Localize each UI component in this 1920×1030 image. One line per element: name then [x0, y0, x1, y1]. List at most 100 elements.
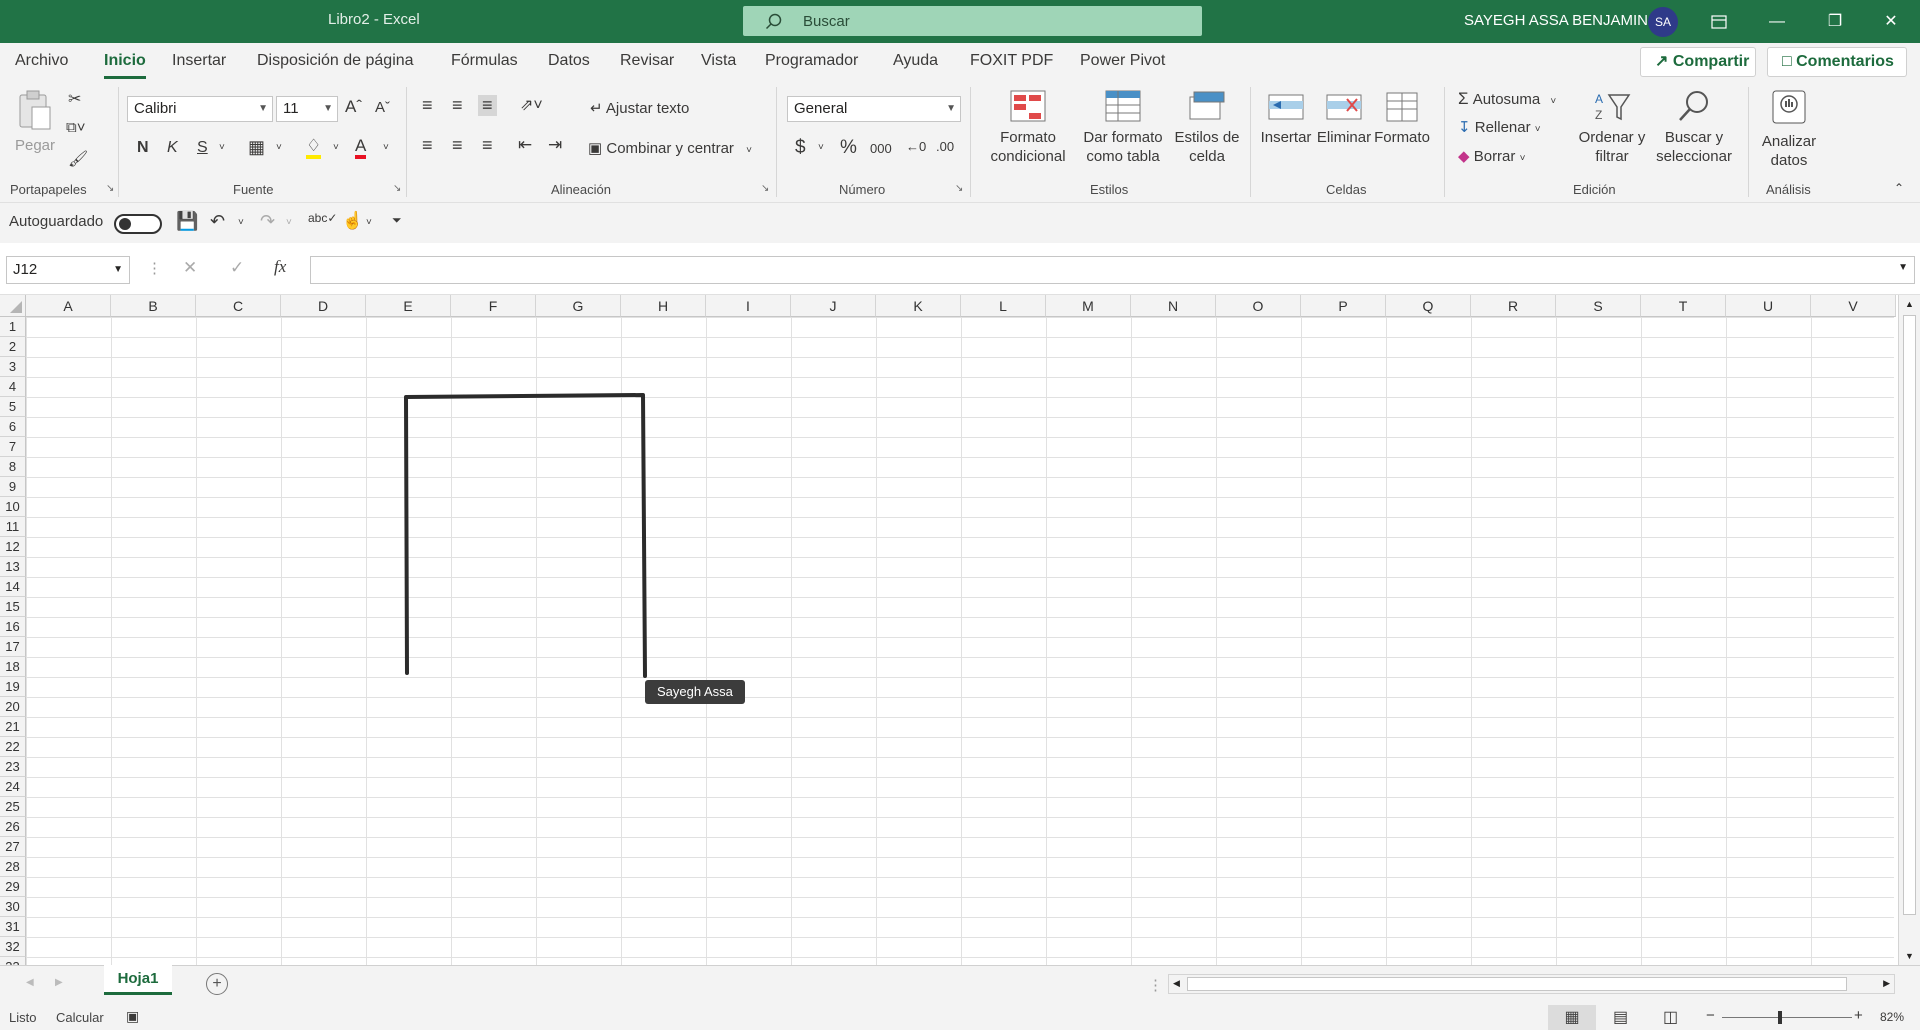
restore-icon[interactable]: ❐ — [1806, 0, 1864, 43]
undo-icon[interactable]: ↶ — [210, 211, 225, 232]
analyze-data-button[interactable]: Analizar datos — [1756, 89, 1822, 170]
column-header[interactable]: A — [26, 295, 111, 317]
zoom-level[interactable]: 82% — [1880, 1010, 1904, 1024]
chevron-down-icon[interactable]: ˅ — [818, 142, 824, 153]
zoom-out-icon[interactable]: − — [1706, 1007, 1715, 1024]
clear-button[interactable]: ◆ Borrar ˅ — [1458, 147, 1525, 165]
search-box[interactable]: Buscar — [743, 6, 1202, 36]
scroll-up-icon[interactable]: ▲ — [1905, 299, 1914, 309]
redo-icon[interactable]: ↷ — [260, 211, 275, 232]
row-header[interactable]: 18 — [0, 657, 26, 677]
align-right-icon[interactable]: ≡ — [482, 135, 493, 156]
orientation-icon[interactable]: ⇗˅ — [520, 95, 543, 115]
tab-insertar[interactable]: Insertar — [172, 52, 226, 70]
row-header[interactable]: 5 — [0, 397, 26, 417]
paste-button[interactable]: Pegar — [12, 89, 58, 155]
zoom-slider[interactable] — [1722, 1011, 1852, 1024]
column-header[interactable]: T — [1641, 295, 1726, 317]
page-break-view-icon[interactable]: ◫ — [1663, 1007, 1678, 1027]
delete-cells-button[interactable]: Eliminar — [1316, 89, 1372, 147]
column-header[interactable]: Q — [1386, 295, 1471, 317]
comments-button[interactable]: □ Comentarios — [1767, 47, 1907, 77]
wrap-text-button[interactable]: ↵ Ajustar texto — [590, 99, 689, 117]
column-header[interactable]: P — [1301, 295, 1386, 317]
row-header[interactable]: 15 — [0, 597, 26, 617]
chevron-down-icon[interactable]: ˅ — [238, 217, 244, 228]
save-icon[interactable]: 💾 — [176, 211, 198, 232]
decrease-decimal-icon[interactable]: .00 — [936, 139, 954, 154]
enter-icon[interactable]: ✓ — [230, 258, 244, 278]
zoom-slider-thumb[interactable] — [1778, 1011, 1782, 1024]
close-icon[interactable]: ✕ — [1862, 0, 1920, 43]
row-header[interactable]: 2 — [0, 337, 26, 357]
currency-button[interactable]: $ — [795, 137, 806, 159]
dialog-launcher-icon[interactable]: ↘ — [393, 183, 401, 194]
tab-inicio[interactable]: Inicio — [104, 52, 146, 79]
fill-button[interactable]: ↧ Rellenar ˅ — [1458, 118, 1541, 136]
tab-disposicion[interactable]: Disposición de página — [257, 52, 414, 70]
bold-button[interactable]: N — [137, 139, 149, 157]
increase-decimal-icon[interactable]: ←0 — [906, 139, 926, 154]
tab-ayuda[interactable]: Ayuda — [893, 52, 938, 70]
tab-formulas[interactable]: Fórmulas — [451, 52, 518, 70]
align-top-icon[interactable]: ≡ — [422, 95, 433, 116]
row-header[interactable]: 17 — [0, 637, 26, 657]
tab-programador[interactable]: Programador — [765, 52, 858, 70]
cut-icon[interactable]: ✂ — [68, 89, 81, 109]
row-header[interactable]: 8 — [0, 457, 26, 477]
increase-indent-icon[interactable]: ⇥ — [548, 135, 562, 155]
align-left-icon[interactable]: ≡ — [422, 135, 433, 156]
column-header[interactable]: K — [876, 295, 961, 317]
accessibility-icon[interactable]: ▣ — [126, 1008, 139, 1025]
column-header[interactable]: U — [1726, 295, 1811, 317]
normal-view-icon[interactable]: ▦ — [1548, 1005, 1596, 1030]
dialog-launcher-icon[interactable]: ↘ — [106, 183, 114, 194]
horizontal-scrollbar[interactable]: ◀ ▶ — [1168, 974, 1895, 994]
increase-font-icon[interactable]: Aˆ — [345, 97, 362, 117]
collapse-ribbon-icon[interactable]: ⌃ — [1894, 181, 1904, 195]
share-button[interactable]: ↗ Compartir — [1640, 47, 1756, 77]
column-header[interactable]: I — [706, 295, 791, 317]
row-header[interactable]: 26 — [0, 817, 26, 837]
row-header[interactable]: 12 — [0, 537, 26, 557]
calculate-button[interactable]: Calcular — [56, 1010, 104, 1025]
tab-power-pivot[interactable]: Power Pivot — [1080, 52, 1165, 70]
zoom-in-icon[interactable]: + — [1854, 1007, 1863, 1024]
formula-input[interactable]: ▼ — [310, 256, 1915, 284]
find-select-button[interactable]: Buscar y seleccionar — [1648, 89, 1740, 166]
column-header[interactable]: M — [1046, 295, 1131, 317]
row-header[interactable]: 32 — [0, 937, 26, 957]
row-header[interactable]: 31 — [0, 917, 26, 937]
thousands-button[interactable]: 000 — [870, 141, 892, 156]
column-header[interactable]: F — [451, 295, 536, 317]
user-name[interactable]: SAYEGH ASSA BENJAMIN — [1464, 12, 1648, 29]
scroll-right-icon[interactable]: ▶ — [1883, 978, 1890, 989]
cancel-icon[interactable]: ✕ — [183, 258, 197, 278]
cell-styles-button[interactable]: Estilos de celda — [1168, 89, 1246, 166]
row-header[interactable]: 24 — [0, 777, 26, 797]
font-color-icon[interactable]: A — [355, 137, 367, 159]
row-header[interactable]: 21 — [0, 717, 26, 737]
row-header[interactable]: 6 — [0, 417, 26, 437]
dialog-launcher-icon[interactable]: ↘ — [761, 183, 769, 194]
name-box[interactable]: J12 ▼ — [6, 256, 130, 284]
underline-button[interactable]: S — [197, 139, 208, 157]
scroll-down-icon[interactable]: ▼ — [1905, 951, 1914, 961]
merge-center-button[interactable]: ▣ Combinar y centrar ˅ — [588, 139, 752, 157]
format-painter-icon[interactable]: 🖌 — [68, 149, 88, 169]
select-all-corner[interactable] — [0, 295, 26, 317]
format-as-table-button[interactable]: Dar formato como tabla — [1076, 89, 1170, 166]
row-header[interactable]: 22 — [0, 737, 26, 757]
sort-filter-button[interactable]: AZ Ordenar y filtrar — [1576, 89, 1648, 166]
column-header[interactable]: R — [1471, 295, 1556, 317]
page-layout-view-icon[interactable]: ▤ — [1613, 1007, 1628, 1027]
chevron-down-icon[interactable]: ˅ — [286, 217, 292, 228]
column-header[interactable]: L — [961, 295, 1046, 317]
copy-icon[interactable]: ⧉˅ — [66, 119, 85, 136]
touch-mode-icon[interactable]: ☝ — [342, 211, 363, 231]
scroll-left-icon[interactable]: ◀ — [1173, 978, 1180, 989]
row-header[interactable]: 11 — [0, 517, 26, 537]
expand-formula-icon[interactable]: ▼ — [1898, 262, 1908, 273]
h-scroll-thumb[interactable] — [1187, 977, 1847, 991]
column-header[interactable]: H — [621, 295, 706, 317]
